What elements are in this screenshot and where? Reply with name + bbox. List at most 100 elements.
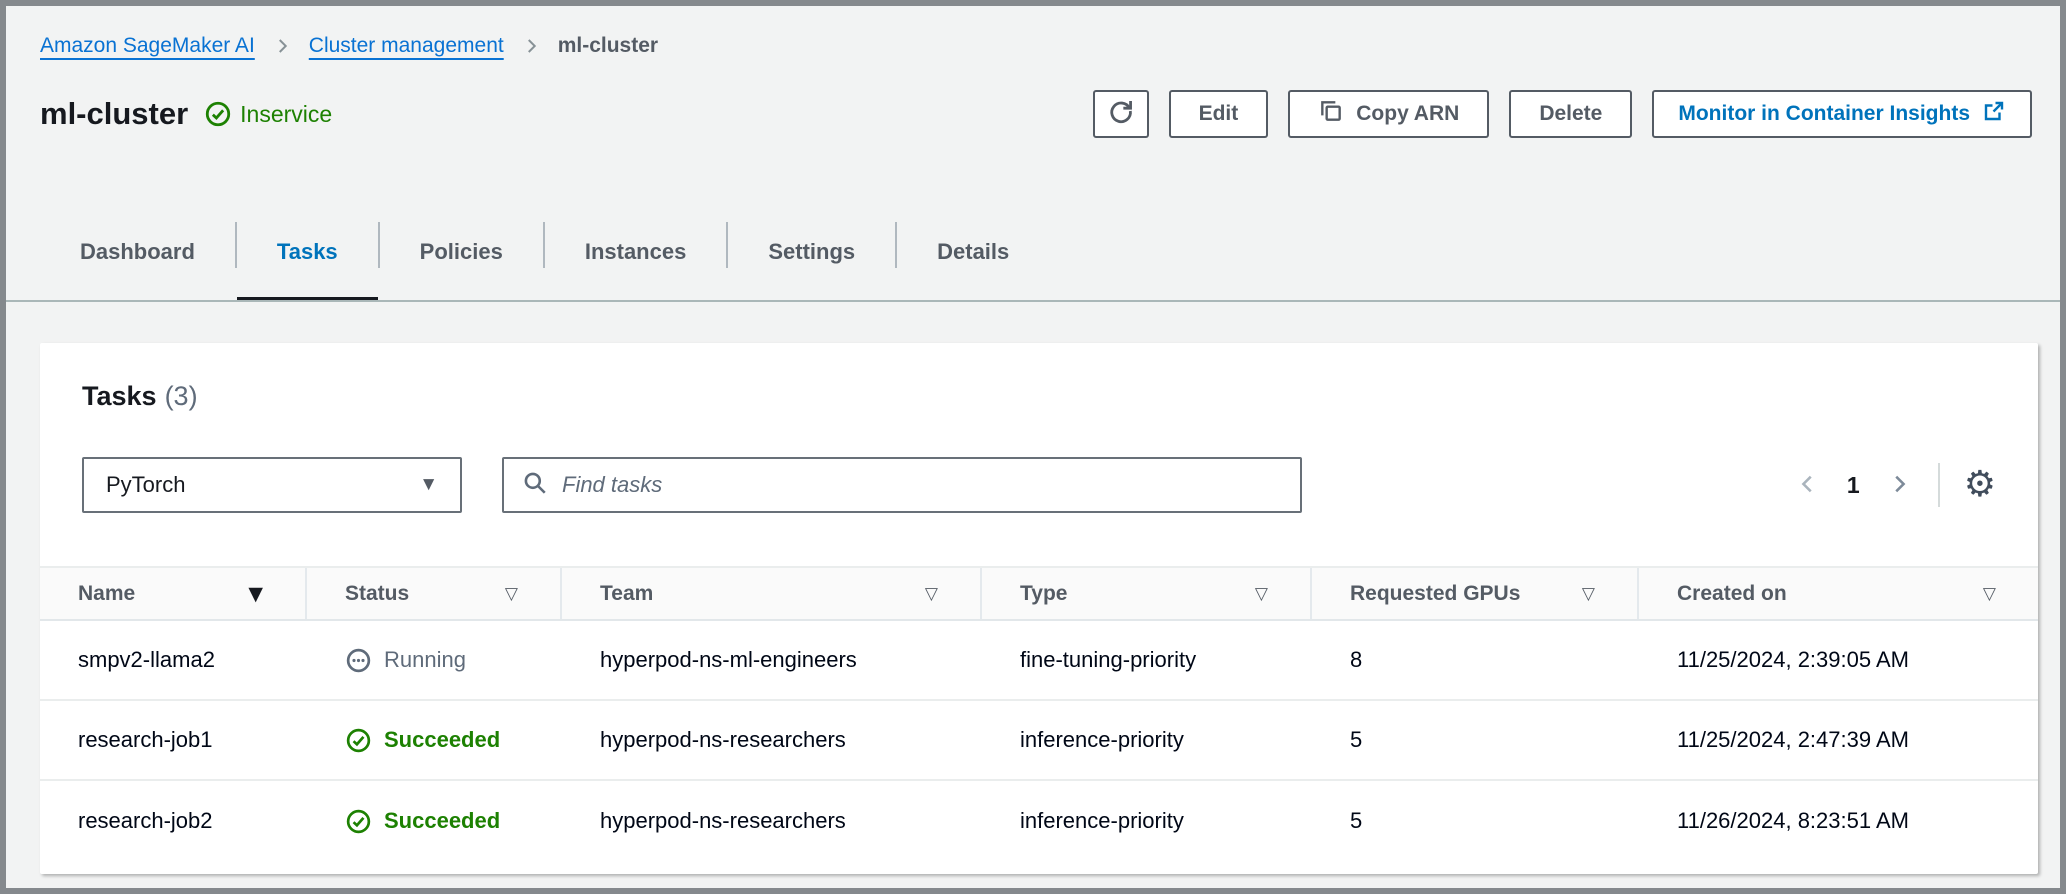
column-label: Requested GPUs xyxy=(1350,582,1520,606)
tab-dashboard[interactable]: Dashboard xyxy=(40,202,235,302)
pagination-toolbar: 1 ⚙ xyxy=(1793,463,1996,507)
chevron-right-icon xyxy=(522,37,540,55)
cell-requested-gpus: 5 xyxy=(1312,701,1639,779)
copy-arn-button[interactable]: Copy ARN xyxy=(1288,90,1489,138)
cell-team: hyperpod-ns-researchers xyxy=(562,781,982,861)
edit-button-label: Edit xyxy=(1199,102,1239,126)
cell-created-on: 11/25/2024, 2:47:39 AM xyxy=(1639,701,2038,779)
sortable-icon[interactable]: ▽ xyxy=(1983,584,1996,604)
tab-bar: Dashboard Tasks Policies Instances Setti… xyxy=(40,202,1049,302)
tab-label: Dashboard xyxy=(80,239,195,265)
monitor-button-label: Monitor in Container Insights xyxy=(1678,102,1970,126)
panel-count: (3) xyxy=(165,381,198,411)
column-label: Created on xyxy=(1677,582,1787,606)
refresh-button[interactable] xyxy=(1093,90,1149,138)
tab-bar-divider xyxy=(6,300,2060,302)
status-label: Inservice xyxy=(240,101,332,128)
next-page-button[interactable] xyxy=(1884,469,1914,502)
copy-icon xyxy=(1318,98,1344,130)
breadcrumb: Amazon SageMaker AI Cluster management m… xyxy=(40,34,658,58)
breadcrumb-sagemaker-link[interactable]: Amazon SageMaker AI xyxy=(40,34,255,58)
gear-icon: ⚙ xyxy=(1964,464,1996,505)
delete-button[interactable]: Delete xyxy=(1509,90,1632,138)
status-badge: Inservice xyxy=(204,100,332,128)
framework-select-value: PyTorch xyxy=(106,472,185,498)
tasks-table: Name ▼ Status ▽ Team ▽ Type ▽ Requested … xyxy=(40,566,2038,861)
sortable-icon[interactable]: ▽ xyxy=(505,584,518,604)
check-circle-icon xyxy=(204,100,232,128)
edit-button[interactable]: Edit xyxy=(1169,90,1269,138)
table-body: smpv2-llama2 Running hyperpod-ns-ml-engine… xyxy=(40,621,2038,861)
tab-label: Details xyxy=(937,239,1009,265)
sortable-icon[interactable]: ▽ xyxy=(1255,584,1268,604)
action-bar: Edit Copy ARN Delete Monitor in Containe… xyxy=(1093,90,2032,138)
breadcrumb-current: ml-cluster xyxy=(558,34,658,58)
cell-name: smpv2-llama2 xyxy=(40,621,307,699)
column-header-type[interactable]: Type ▽ xyxy=(982,568,1312,619)
status-running-icon xyxy=(345,647,372,674)
sort-descending-icon[interactable]: ▼ xyxy=(248,583,263,605)
previous-page-button[interactable] xyxy=(1793,469,1823,502)
page-title: ml-cluster xyxy=(40,96,188,132)
column-header-status[interactable]: Status ▽ xyxy=(307,568,562,619)
cell-type: inference-priority xyxy=(982,781,1312,861)
cell-status: Succeeded xyxy=(307,781,562,861)
cell-name: research-job1 xyxy=(40,701,307,779)
column-header-name[interactable]: Name ▼ xyxy=(40,568,307,619)
external-link-icon xyxy=(1982,99,2006,129)
sortable-icon[interactable]: ▽ xyxy=(1582,584,1595,604)
delete-button-label: Delete xyxy=(1539,102,1602,126)
framework-select[interactable]: PyTorch ▼ xyxy=(82,457,462,513)
tab-label: Instances xyxy=(585,239,687,265)
monitor-container-insights-button[interactable]: Monitor in Container Insights xyxy=(1652,90,2032,138)
table-header-row: Name ▼ Status ▽ Team ▽ Type ▽ Requested … xyxy=(40,566,2038,621)
column-header-created-on[interactable]: Created on ▽ xyxy=(1639,568,2038,619)
status-succeeded-icon xyxy=(345,727,372,754)
cell-status: Succeeded xyxy=(307,701,562,779)
breadcrumb-cluster-management-link[interactable]: Cluster management xyxy=(309,34,504,58)
refresh-icon xyxy=(1107,97,1135,131)
table-row[interactable]: research-job1 Succeeded hyperpod-ns-resear… xyxy=(40,701,2038,781)
cell-team: hyperpod-ns-ml-engineers xyxy=(562,621,982,699)
column-label: Team xyxy=(600,582,653,606)
tab-details[interactable]: Details xyxy=(897,202,1049,302)
filter-toolbar: PyTorch ▼ 1 xyxy=(82,457,1996,513)
sagemaker-cluster-page: Amazon SageMaker AI Cluster management m… xyxy=(0,0,2066,894)
column-header-requested-gpus[interactable]: Requested GPUs ▽ xyxy=(1312,568,1639,619)
search-input[interactable] xyxy=(562,472,1282,498)
table-row[interactable]: smpv2-llama2 Running hyperpod-ns-ml-engine… xyxy=(40,621,2038,701)
search-box xyxy=(502,457,1302,513)
cell-requested-gpus: 5 xyxy=(1312,781,1639,861)
tab-label: Tasks xyxy=(277,239,338,265)
status-succeeded-icon xyxy=(345,808,372,835)
chevron-right-icon xyxy=(273,37,291,55)
tab-label: Policies xyxy=(420,239,503,265)
status-label: Succeeded xyxy=(384,808,500,834)
chevron-left-icon xyxy=(1797,473,1819,498)
table-row[interactable]: research-job2 Succeeded hyperpod-ns-resear… xyxy=(40,781,2038,861)
page-header: ml-cluster Inservice xyxy=(40,96,332,132)
cell-team: hyperpod-ns-researchers xyxy=(562,701,982,779)
search-icon xyxy=(522,470,548,501)
panel-title: Tasks(3) xyxy=(82,381,198,412)
status-label: Running xyxy=(384,647,466,673)
copy-arn-button-label: Copy ARN xyxy=(1356,102,1459,126)
sortable-icon[interactable]: ▽ xyxy=(925,584,938,604)
column-label: Name xyxy=(78,582,135,606)
chevron-right-icon xyxy=(1888,473,1910,498)
cell-created-on: 11/25/2024, 2:39:05 AM xyxy=(1639,621,2038,699)
column-header-team[interactable]: Team ▽ xyxy=(562,568,982,619)
tab-policies[interactable]: Policies xyxy=(380,202,543,302)
tab-tasks[interactable]: Tasks xyxy=(237,202,378,302)
cell-name: research-job2 xyxy=(40,781,307,861)
table-settings-button[interactable]: ⚙ xyxy=(1964,467,1996,503)
cell-status: Running xyxy=(307,621,562,699)
current-page-number[interactable]: 1 xyxy=(1847,472,1860,499)
tab-label: Settings xyxy=(768,239,855,265)
tab-instances[interactable]: Instances xyxy=(545,202,727,302)
column-label: Type xyxy=(1020,582,1067,606)
column-label: Status xyxy=(345,582,409,606)
status-label: Succeeded xyxy=(384,727,500,753)
tasks-panel: Tasks(3) PyTorch ▼ 1 xyxy=(40,343,2038,874)
tab-settings[interactable]: Settings xyxy=(728,202,895,302)
